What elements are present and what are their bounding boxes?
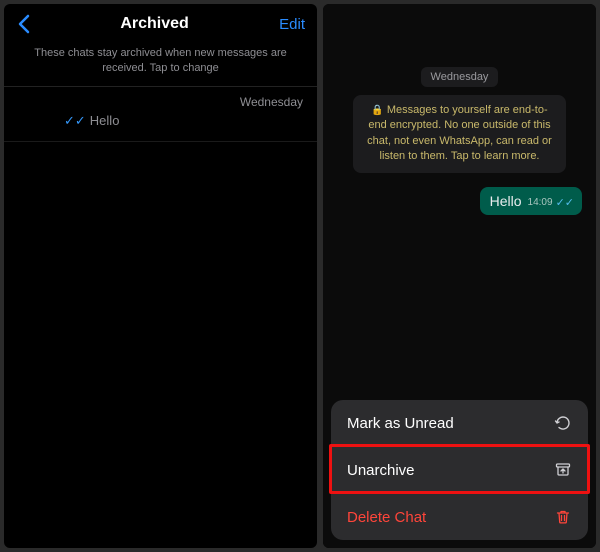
encryption-text: Messages to yourself are end-to-end encr… <box>367 104 552 162</box>
unarchive-icon <box>554 461 572 479</box>
read-ticks-icon: ✓✓ <box>556 196 574 209</box>
message-time: 14:09 <box>528 197 553 208</box>
archived-screen: Archived Edit These chats stay archived … <box>4 4 317 548</box>
sent-message-bubble[interactable]: Hello 14:09 ✓✓ <box>480 187 582 215</box>
chat-date: Wednesday <box>240 95 303 109</box>
trash-icon <box>554 508 572 526</box>
context-menu: Mark as Unread Unarchive Delete Chat <box>331 400 588 540</box>
encryption-notice[interactable]: 🔒 Messages to yourself are end-to-end en… <box>353 95 566 173</box>
chat-list-item[interactable]: Wednesday ✓✓ Hello <box>4 87 317 142</box>
message-text: Hello <box>490 193 522 209</box>
date-chip: Wednesday <box>421 67 499 87</box>
menu-label: Delete Chat <box>347 509 426 526</box>
message-row: Hello 14:09 ✓✓ <box>335 187 582 215</box>
chat-preview: ✓✓ Hello <box>64 113 303 129</box>
menu-label: Mark as Unread <box>347 415 454 432</box>
menu-label: Unarchive <box>347 462 415 479</box>
menu-delete-chat[interactable]: Delete Chat <box>331 494 588 540</box>
back-icon[interactable] <box>16 14 30 34</box>
chat-screen: You Wednesday 🔒 Messages to yourself are… <box>323 4 596 548</box>
header-bar: Archived Edit <box>4 4 317 42</box>
edit-button[interactable]: Edit <box>279 16 305 33</box>
menu-mark-unread[interactable]: Mark as Unread <box>331 400 588 447</box>
lock-icon: 🔒 <box>371 105 383 116</box>
archive-subtitle[interactable]: These chats stay archived when new messa… <box>4 42 317 86</box>
menu-unarchive[interactable]: Unarchive <box>331 447 588 494</box>
message-meta: 14:09 ✓✓ <box>528 196 574 209</box>
read-ticks-icon: ✓✓ <box>64 113 86 129</box>
page-title: Archived <box>30 15 279 33</box>
unread-icon <box>554 414 572 432</box>
chat-area: Wednesday 🔒 Messages to yourself are end… <box>323 53 596 223</box>
chat-preview-text: Hello <box>90 113 120 128</box>
